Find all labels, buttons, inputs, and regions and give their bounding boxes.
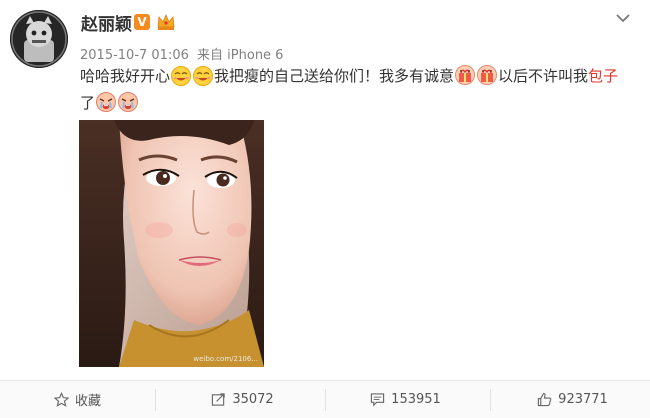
thumbs-up-icon: [538, 392, 552, 407]
toolbar-divider: [490, 389, 491, 411]
cry-emoji-icon: [96, 92, 117, 112]
like-count: 923771: [558, 392, 608, 407]
gift-emoji-icon: [455, 65, 476, 85]
star-icon: [53, 392, 69, 407]
happy-face-emoji-icon: [171, 66, 192, 86]
chevron-down-icon[interactable]: [614, 10, 632, 24]
vip-crown-icon: [156, 13, 176, 31]
text-part-2: 我把瘦的自己送给你们！我多有诚意: [214, 67, 455, 85]
text-part-4-highlight: 包子: [588, 67, 619, 85]
verified-badge-icon: V: [134, 14, 150, 30]
avatar[interactable]: [10, 10, 68, 68]
text-part-3: 以后不许叫我: [498, 67, 589, 85]
post-text: 哈哈我好开心 我把瘦的自己送给你们！我多有诚意 以后不许叫我包子了: [80, 63, 628, 117]
weibo-post-card: 赵丽颖 V 2015-10-7 01:06 来自 iPhone 6 哈哈我好开心…: [0, 0, 650, 418]
action-toolbar: 收藏 35072 153951 923771: [0, 380, 650, 418]
favorite-label: 收藏: [74, 394, 101, 409]
text-part-5: 了: [80, 94, 96, 112]
toolbar-divider: [325, 389, 326, 411]
source-prefix: 来自: [197, 48, 224, 63]
comment-count: 153951: [391, 392, 441, 407]
post-timestamp[interactable]: 2015-10-7 01:06: [80, 48, 189, 63]
repost-button[interactable]: 35072: [165, 381, 320, 418]
toolbar-divider: [155, 389, 156, 411]
post-meta: 2015-10-7 01:06 来自 iPhone 6: [80, 44, 283, 63]
gift-emoji-icon: [477, 65, 498, 85]
text-part-1: 哈哈我好开心: [80, 67, 171, 85]
happy-face-emoji-icon: [193, 66, 214, 86]
cry-emoji-icon: [118, 92, 139, 112]
comment-icon: [371, 393, 385, 407]
like-button[interactable]: 923771: [495, 381, 650, 418]
selfie-image: [79, 120, 264, 367]
repost-count: 35072: [232, 392, 274, 407]
photo-watermark: weibo.com/2106...: [193, 355, 258, 363]
author-name[interactable]: 赵丽颖: [81, 10, 132, 35]
repost-icon: [212, 393, 225, 406]
comment-button[interactable]: 153951: [328, 381, 483, 418]
post-source[interactable]: iPhone 6: [227, 48, 283, 63]
favorite-button[interactable]: 收藏: [0, 381, 155, 418]
post-photo[interactable]: weibo.com/2106...: [79, 120, 264, 367]
